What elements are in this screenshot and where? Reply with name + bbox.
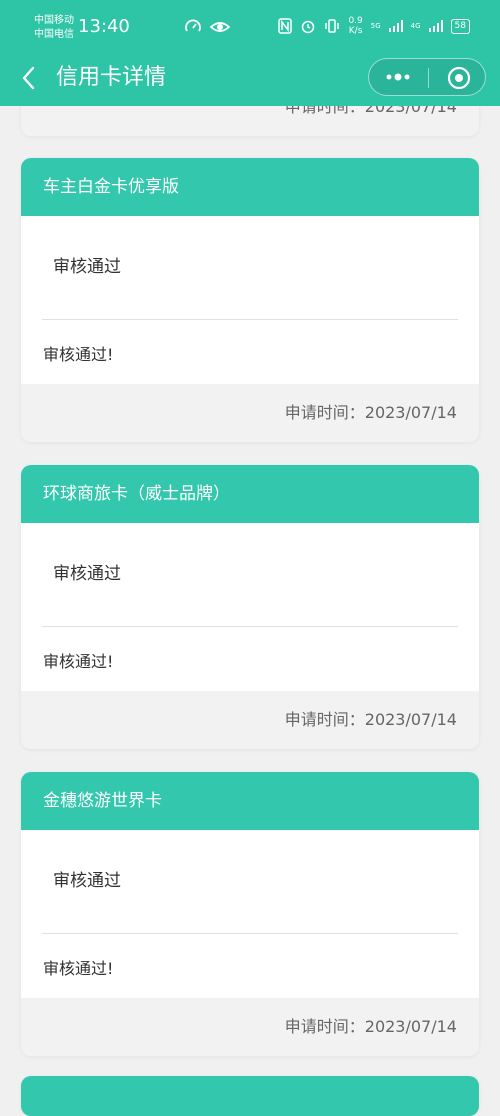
battery-indicator: 58: [450, 18, 470, 34]
app-header: 中国移动 中国电信 13:40 0.9 K/s 5G 4G 58 信用卡详情: [0, 0, 500, 106]
status-indicators: [184, 18, 230, 36]
signal-5g-label: 5G: [370, 22, 381, 30]
signal-icon: [388, 20, 403, 32]
card-name: 环球商旅卡（威士品牌）: [21, 465, 479, 523]
capsule-divider: [428, 68, 429, 88]
apply-time: 申请时间：2023/07/14: [21, 691, 479, 749]
net-speed-value: 0.9: [348, 16, 363, 26]
status-message: 审核通过!: [43, 652, 114, 671]
status-text: 审核通过: [53, 871, 121, 891]
vibrate-icon: [325, 19, 340, 33]
apply-time: 申请时间：2023/07/14: [21, 384, 479, 442]
message-section: 审核通过!: [21, 934, 479, 998]
status-section: 审核通过: [21, 216, 479, 320]
alarm-icon: [302, 20, 315, 34]
card-name: 车主白金卡优享版: [21, 158, 479, 216]
carrier-info: 中国移动 中国电信: [34, 14, 74, 42]
next-card[interactable]: [21, 1076, 479, 1116]
carrier-1: 中国移动: [34, 15, 74, 26]
status-text: 审核通过: [53, 564, 121, 584]
carrier-2: 中国电信: [34, 29, 74, 40]
back-arrow-icon[interactable]: [18, 64, 42, 92]
status-message: 审核通过!: [43, 959, 114, 978]
message-section: 审核通过!: [21, 627, 479, 691]
eye-icon: [210, 22, 230, 32]
mini-program-capsule: [368, 58, 486, 96]
credit-card-item[interactable]: 金穗悠游世界卡 审核通过 审核通过! 申请时间：2023/07/14: [21, 772, 479, 1056]
signal-icon-2: [428, 20, 443, 32]
nfc-icon: [278, 18, 293, 34]
status-bar: 中国移动 中国电信 13:40 0.9 K/s 5G 4G 58: [0, 0, 500, 54]
net-speed: 0.9 K/s: [348, 16, 362, 36]
status-text: 审核通过: [53, 257, 121, 277]
status-section: 审核通过: [21, 523, 479, 627]
status-section: 审核通过: [21, 830, 479, 934]
message-section: 审核通过!: [21, 320, 479, 384]
status-message: 审核通过!: [43, 345, 114, 364]
status-right: 0.9 K/s 5G 4G 58: [278, 16, 470, 36]
nav-bar: 信用卡详情: [0, 54, 500, 106]
net-speed-unit: K/s: [348, 26, 363, 36]
credit-card-item[interactable]: 环球商旅卡（威士品牌） 审核通过 审核通过! 申请时间：2023/07/14: [21, 465, 479, 749]
apply-time: 申请时间：2023/07/14: [21, 998, 479, 1056]
target-icon[interactable]: [447, 66, 471, 90]
card-name: 金穗悠游世界卡: [21, 772, 479, 830]
credit-card-item[interactable]: 车主白金卡优享版 审核通过 审核通过! 申请时间：2023/07/14: [21, 158, 479, 442]
more-dots-icon[interactable]: [381, 67, 415, 87]
page-title: 信用卡详情: [56, 65, 167, 90]
speedometer-icon: [185, 19, 201, 32]
clock: 13:40: [78, 16, 130, 37]
signal-4g-label: 4G: [410, 22, 421, 30]
